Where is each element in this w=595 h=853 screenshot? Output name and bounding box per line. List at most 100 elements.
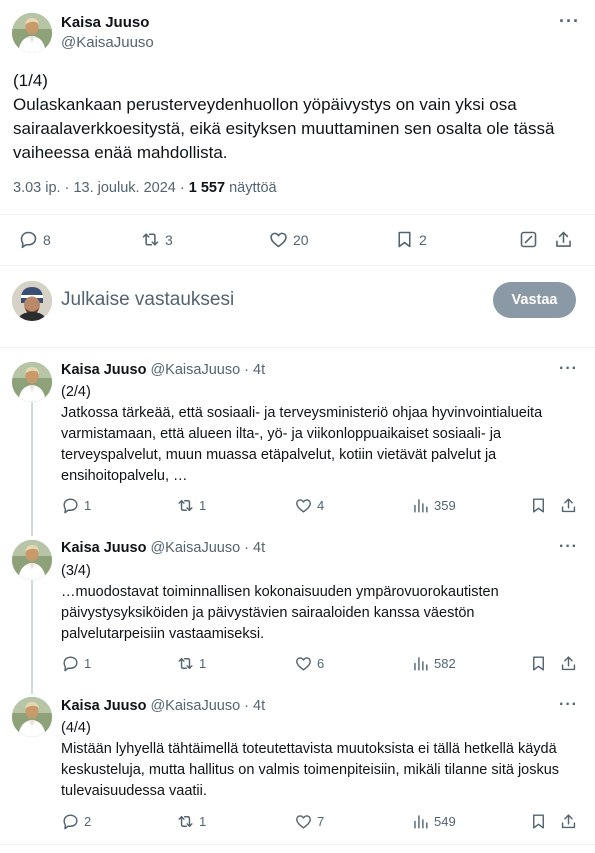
reply-count: 8	[43, 231, 51, 248]
reply-avatar[interactable]	[12, 697, 52, 737]
author-name[interactable]: Kaisa Juuso	[61, 14, 149, 31]
view-count: 1 557	[188, 180, 226, 196]
reply-input[interactable]: Julkaise vastauksesi	[61, 289, 234, 311]
more-options-icon[interactable]: ···	[559, 696, 578, 714]
retweet-icon	[178, 816, 193, 827]
share-action[interactable]	[553, 229, 574, 250]
reply-avatar[interactable]	[12, 540, 52, 580]
retweet-count: 1	[199, 656, 207, 671]
edit-square-icon	[520, 231, 537, 248]
reply-time[interactable]: · 4t	[244, 698, 265, 714]
bookmark-icon	[398, 231, 411, 248]
retweet-action[interactable]: 1	[176, 812, 206, 831]
reply-time[interactable]: · 4t	[244, 362, 265, 378]
retweet-icon	[178, 658, 193, 669]
retweet-icon	[142, 233, 159, 246]
like-action[interactable]: 20	[268, 229, 309, 250]
share-action[interactable]	[559, 812, 578, 831]
reply-time[interactable]: · 4t	[244, 540, 265, 556]
more-options-icon[interactable]: ···	[559, 11, 580, 32]
view-count-label: näyttöä	[229, 180, 277, 196]
bookmark-icon	[533, 814, 544, 829]
bookmark-icon	[533, 498, 544, 513]
speech-bubble-icon	[63, 498, 78, 514]
view-count: 582	[434, 656, 456, 671]
reply-author-handle[interactable]: @KaisaJuuso	[150, 540, 240, 556]
retweet-count: 1	[199, 498, 207, 513]
bookmark-icon	[533, 656, 544, 671]
reply-counter: (3/4)	[61, 563, 91, 579]
retweet-action[interactable]: 1	[176, 654, 206, 673]
reply-author-handle[interactable]: @KaisaJuuso	[150, 362, 240, 378]
reply-count: 2	[84, 814, 92, 829]
bookmark-action[interactable]	[529, 654, 548, 673]
views-action[interactable]: 359	[411, 496, 456, 515]
reply-author-handle[interactable]: @KaisaJuuso	[150, 698, 240, 714]
tweet-timestamp[interactable]: 3.03 ip. · 13. jouluk. 2024 ·	[13, 180, 185, 196]
views-action[interactable]: 549	[411, 812, 456, 831]
reply-avatar[interactable]	[12, 362, 52, 402]
retweet-action[interactable]: 1	[176, 496, 206, 515]
reply-action[interactable]: 8	[18, 229, 51, 250]
reply-count: 1	[84, 498, 92, 513]
bookmark-action[interactable]	[529, 812, 548, 831]
tweet-text: Oulaskankaan perusterveydenhuollon yöpäi…	[13, 95, 555, 162]
heart-icon	[296, 657, 311, 671]
bar-chart-icon	[414, 815, 428, 829]
share-icon	[561, 814, 576, 829]
share-icon	[561, 498, 576, 513]
reply-author-name[interactable]: Kaisa Juuso	[61, 362, 146, 378]
share-icon	[556, 231, 571, 247]
reply-action[interactable]: 1	[61, 496, 91, 515]
view-count: 549	[434, 814, 456, 829]
more-options-icon[interactable]: ···	[559, 538, 578, 556]
bookmark-action[interactable]: 2	[394, 229, 427, 250]
bar-chart-icon	[414, 657, 428, 671]
reply-text: Mistään lyhyellä tähtäimellä toteutettav…	[61, 741, 560, 799]
reply-counter: (4/4)	[61, 720, 91, 736]
reply-counter: (2/4)	[61, 384, 91, 400]
reply-header: Kaisa Juuso @KaisaJuuso · 4t	[61, 698, 265, 714]
like-count: 20	[293, 231, 309, 248]
like-action[interactable]: 6	[294, 654, 324, 673]
author-avatar[interactable]	[12, 13, 52, 53]
heart-icon	[296, 499, 311, 513]
share-action[interactable]	[559, 654, 578, 673]
like-count: 6	[317, 656, 325, 671]
reply-author-name[interactable]: Kaisa Juuso	[61, 540, 146, 556]
thread-line	[31, 402, 33, 536]
view-count: 359	[434, 498, 456, 513]
tweet-counter: (1/4)	[13, 71, 48, 90]
retweet-action[interactable]: 3	[140, 229, 173, 250]
like-count: 4	[317, 498, 325, 513]
like-count: 7	[317, 814, 325, 829]
heart-icon	[270, 232, 287, 248]
more-options-icon[interactable]: ···	[559, 360, 578, 378]
share-icon	[561, 656, 576, 671]
share-action[interactable]	[559, 496, 578, 515]
reply-text: …muodostavat toiminnallisen kokonaisuude…	[61, 584, 499, 642]
reply-text: Jatkossa tärkeää, että sosiaali- ja terv…	[61, 405, 543, 484]
retweet-count: 1	[199, 814, 207, 829]
reply-author-name[interactable]: Kaisa Juuso	[61, 698, 146, 714]
heart-icon	[296, 815, 311, 829]
reply-count: 1	[84, 656, 92, 671]
bookmark-action[interactable]	[529, 496, 548, 515]
current-user-avatar[interactable]	[12, 281, 52, 321]
retweet-count: 3	[165, 231, 173, 248]
speech-bubble-icon	[63, 814, 78, 830]
reply-header: Kaisa Juuso @KaisaJuuso · 4t	[61, 362, 265, 378]
reply-action[interactable]: 1	[61, 654, 91, 673]
reply-button[interactable]: Vastaa	[493, 282, 576, 318]
tweet-meta: 3.03 ip. · 13. jouluk. 2024 · 1 557 näyt…	[13, 180, 277, 196]
speech-bubble-icon	[63, 656, 78, 672]
like-action[interactable]: 7	[294, 812, 324, 831]
bar-chart-icon	[414, 499, 428, 513]
retweet-icon	[178, 500, 193, 511]
grok-action[interactable]	[518, 229, 539, 250]
bookmark-count: 2	[419, 231, 427, 248]
views-action[interactable]: 582	[411, 654, 456, 673]
like-action[interactable]: 4	[294, 496, 324, 515]
author-handle[interactable]: @KaisaJuuso	[61, 34, 154, 51]
reply-action[interactable]: 2	[61, 812, 91, 831]
